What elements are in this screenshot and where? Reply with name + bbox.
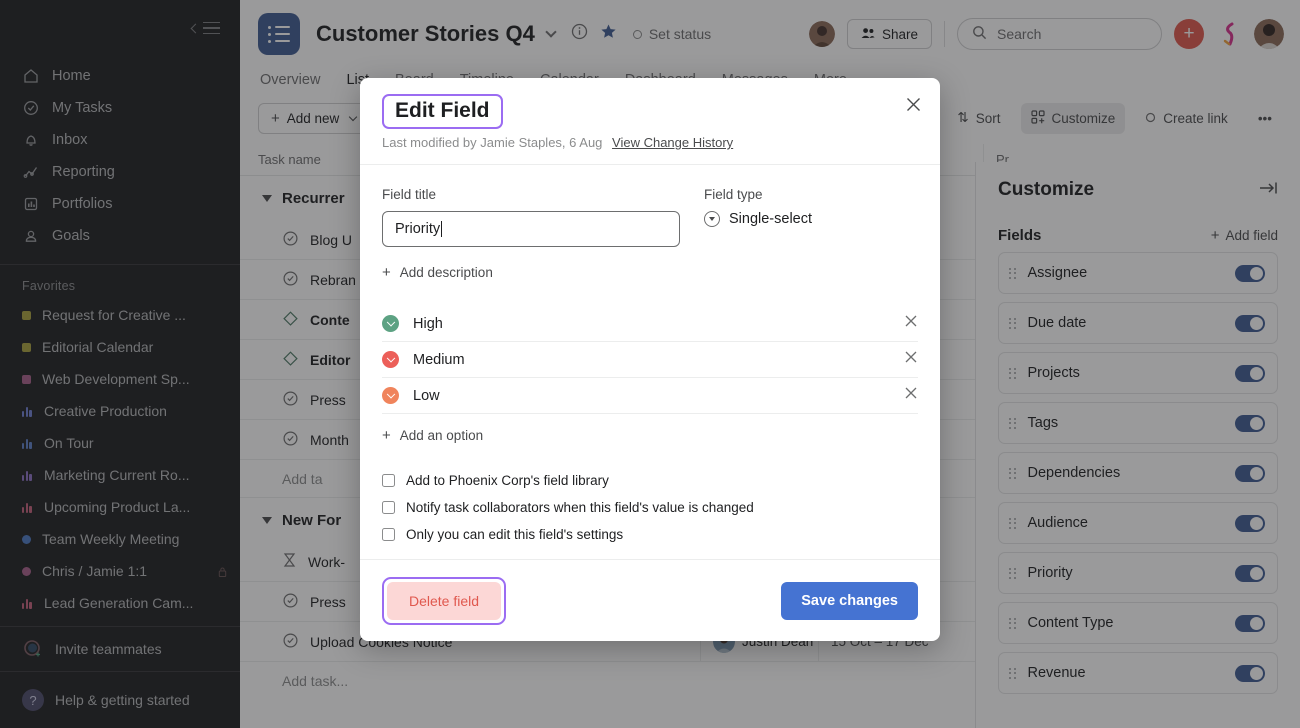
single-select-icon [704, 211, 720, 227]
plus-icon: + [382, 264, 391, 281]
delete-field-highlight: Delete field [382, 576, 507, 625]
option-color-chevron-icon[interactable] [382, 387, 399, 404]
field-type-label: Field type [704, 187, 763, 202]
dialog-footer: Delete field Save changes [360, 559, 940, 641]
add-description-button[interactable]: + Add description [382, 265, 918, 280]
checkbox-notify-collaborators[interactable]: Notify task collaborators when this fiel… [382, 494, 918, 521]
checkbox-field-library[interactable]: Add to Phoenix Corp's field library [382, 467, 918, 494]
option-color-chevron-icon[interactable] [382, 351, 399, 368]
dialog-subtitle: Last modified by Jamie Staples, 6 Aug Vi… [382, 135, 918, 150]
plus-icon: + [382, 427, 391, 444]
field-type-selector[interactable]: Single-select [704, 211, 918, 227]
checkbox-label: Notify task collaborators when this fiel… [406, 500, 754, 515]
view-change-history-link[interactable]: View Change History [612, 135, 733, 150]
field-title-input[interactable]: Priority [382, 211, 680, 247]
option-label[interactable]: High [413, 316, 443, 332]
close-icon[interactable] [905, 96, 922, 118]
add-option-button[interactable]: + Add an option [382, 428, 918, 443]
last-modified-text: Last modified by Jamie Staples, 6 Aug [382, 135, 603, 150]
options-list: High Medium Low + Add an option [382, 306, 918, 443]
add-description-label: Add description [399, 265, 493, 280]
dialog-header: Edit Field Last modified by Jamie Staple… [360, 78, 940, 165]
checkbox-icon[interactable] [382, 501, 395, 514]
remove-option-icon[interactable] [904, 314, 918, 333]
checkbox-label: Only you can edit this field's settings [406, 527, 624, 542]
option-row-high[interactable]: High [382, 306, 918, 342]
dialog-title-highlight: Edit Field [382, 94, 503, 129]
edit-field-dialog: Edit Field Last modified by Jamie Staple… [360, 78, 940, 641]
option-color-chevron-icon[interactable] [382, 315, 399, 332]
field-type-group: Field type Single-select [704, 187, 918, 247]
dialog-body: Field title Priority Field type Single-s… [360, 165, 940, 559]
checkbox-icon[interactable] [382, 528, 395, 541]
save-changes-button[interactable]: Save changes [781, 581, 918, 620]
dialog-title: Edit Field [395, 99, 490, 122]
field-type-value: Single-select [729, 211, 813, 227]
field-title-label: Field title [382, 187, 437, 202]
option-row-medium[interactable]: Medium [382, 342, 918, 378]
field-title-value: Priority [395, 221, 441, 237]
option-row-low[interactable]: Low [382, 378, 918, 414]
app-root: Home My Tasks Inbox Reporting Portfolios… [0, 0, 1300, 728]
delete-field-button[interactable]: Delete field [387, 581, 502, 620]
remove-option-icon[interactable] [904, 350, 918, 369]
option-label[interactable]: Medium [413, 352, 465, 368]
dialog-checkboxes: Add to Phoenix Corp's field library Noti… [382, 467, 918, 548]
option-label[interactable]: Low [413, 388, 440, 404]
remove-option-icon[interactable] [904, 386, 918, 405]
checkbox-icon[interactable] [382, 474, 395, 487]
text-caret [441, 221, 443, 237]
field-title-and-type-row: Field title Priority Field type Single-s… [382, 187, 918, 247]
checkbox-only-you-edit[interactable]: Only you can edit this field's settings [382, 521, 918, 548]
checkbox-label: Add to Phoenix Corp's field library [406, 473, 609, 488]
add-option-label: Add an option [399, 428, 484, 443]
field-title-group: Field title Priority [382, 187, 680, 247]
